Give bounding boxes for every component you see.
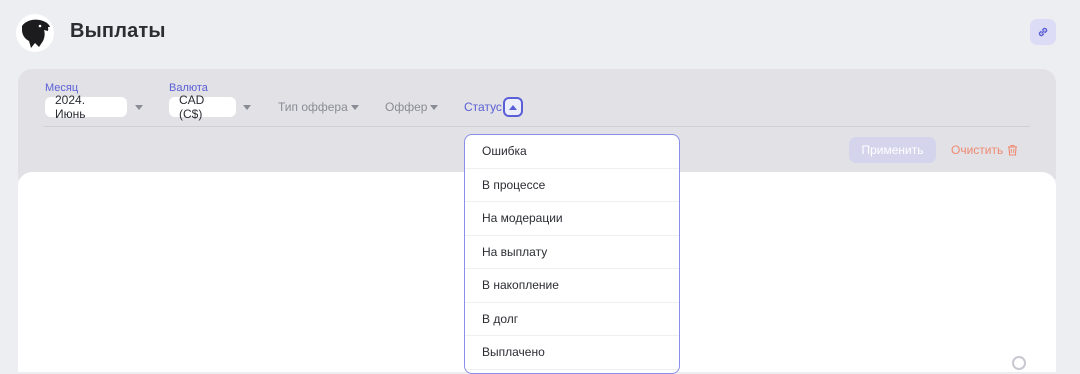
currency-select[interactable]: CAD (C$) <box>169 93 236 121</box>
status-option-paid[interactable]: Выплачено <box>465 336 679 370</box>
chevron-up-icon <box>509 104 517 110</box>
chevron-down-icon[interactable] <box>430 105 438 110</box>
clear-button[interactable]: Очистить <box>951 143 1018 157</box>
page-title: Выплаты <box>70 20 166 42</box>
status-option-error[interactable]: Ошибка <box>465 135 679 169</box>
chevron-down-icon[interactable] <box>135 105 143 110</box>
chevron-down-icon[interactable] <box>351 105 359 110</box>
clear-button-label: Очистить <box>951 143 1004 157</box>
status-option-moderation[interactable]: На модерации <box>465 202 679 236</box>
status-select[interactable]: Статус <box>464 100 502 114</box>
chevron-down-icon[interactable] <box>243 105 251 110</box>
status-option-in-progress[interactable]: В процессе <box>465 169 679 202</box>
status-option-to-payout[interactable]: На выплату <box>465 236 679 269</box>
status-option-accumulation[interactable]: В накопление <box>465 269 679 303</box>
offer-type-select[interactable]: Тип оффера <box>278 100 348 114</box>
link-icon <box>1038 27 1048 37</box>
offer-select[interactable]: Оффер <box>385 100 427 114</box>
status-toggle-button[interactable] <box>503 97 523 117</box>
status-option-debt[interactable]: В долг <box>465 303 679 336</box>
eagle-logo-icon <box>16 14 54 52</box>
trash-icon <box>1008 144 1018 156</box>
status-dropdown: Ошибка В процессе На модерации На выплат… <box>464 134 680 374</box>
month-select[interactable]: 2024. Июнь <box>45 93 127 121</box>
apply-button[interactable]: Применить <box>849 137 936 163</box>
copy-link-button[interactable] <box>1030 19 1056 45</box>
filter-divider <box>44 126 1030 127</box>
loading-indicator <box>1012 356 1026 370</box>
